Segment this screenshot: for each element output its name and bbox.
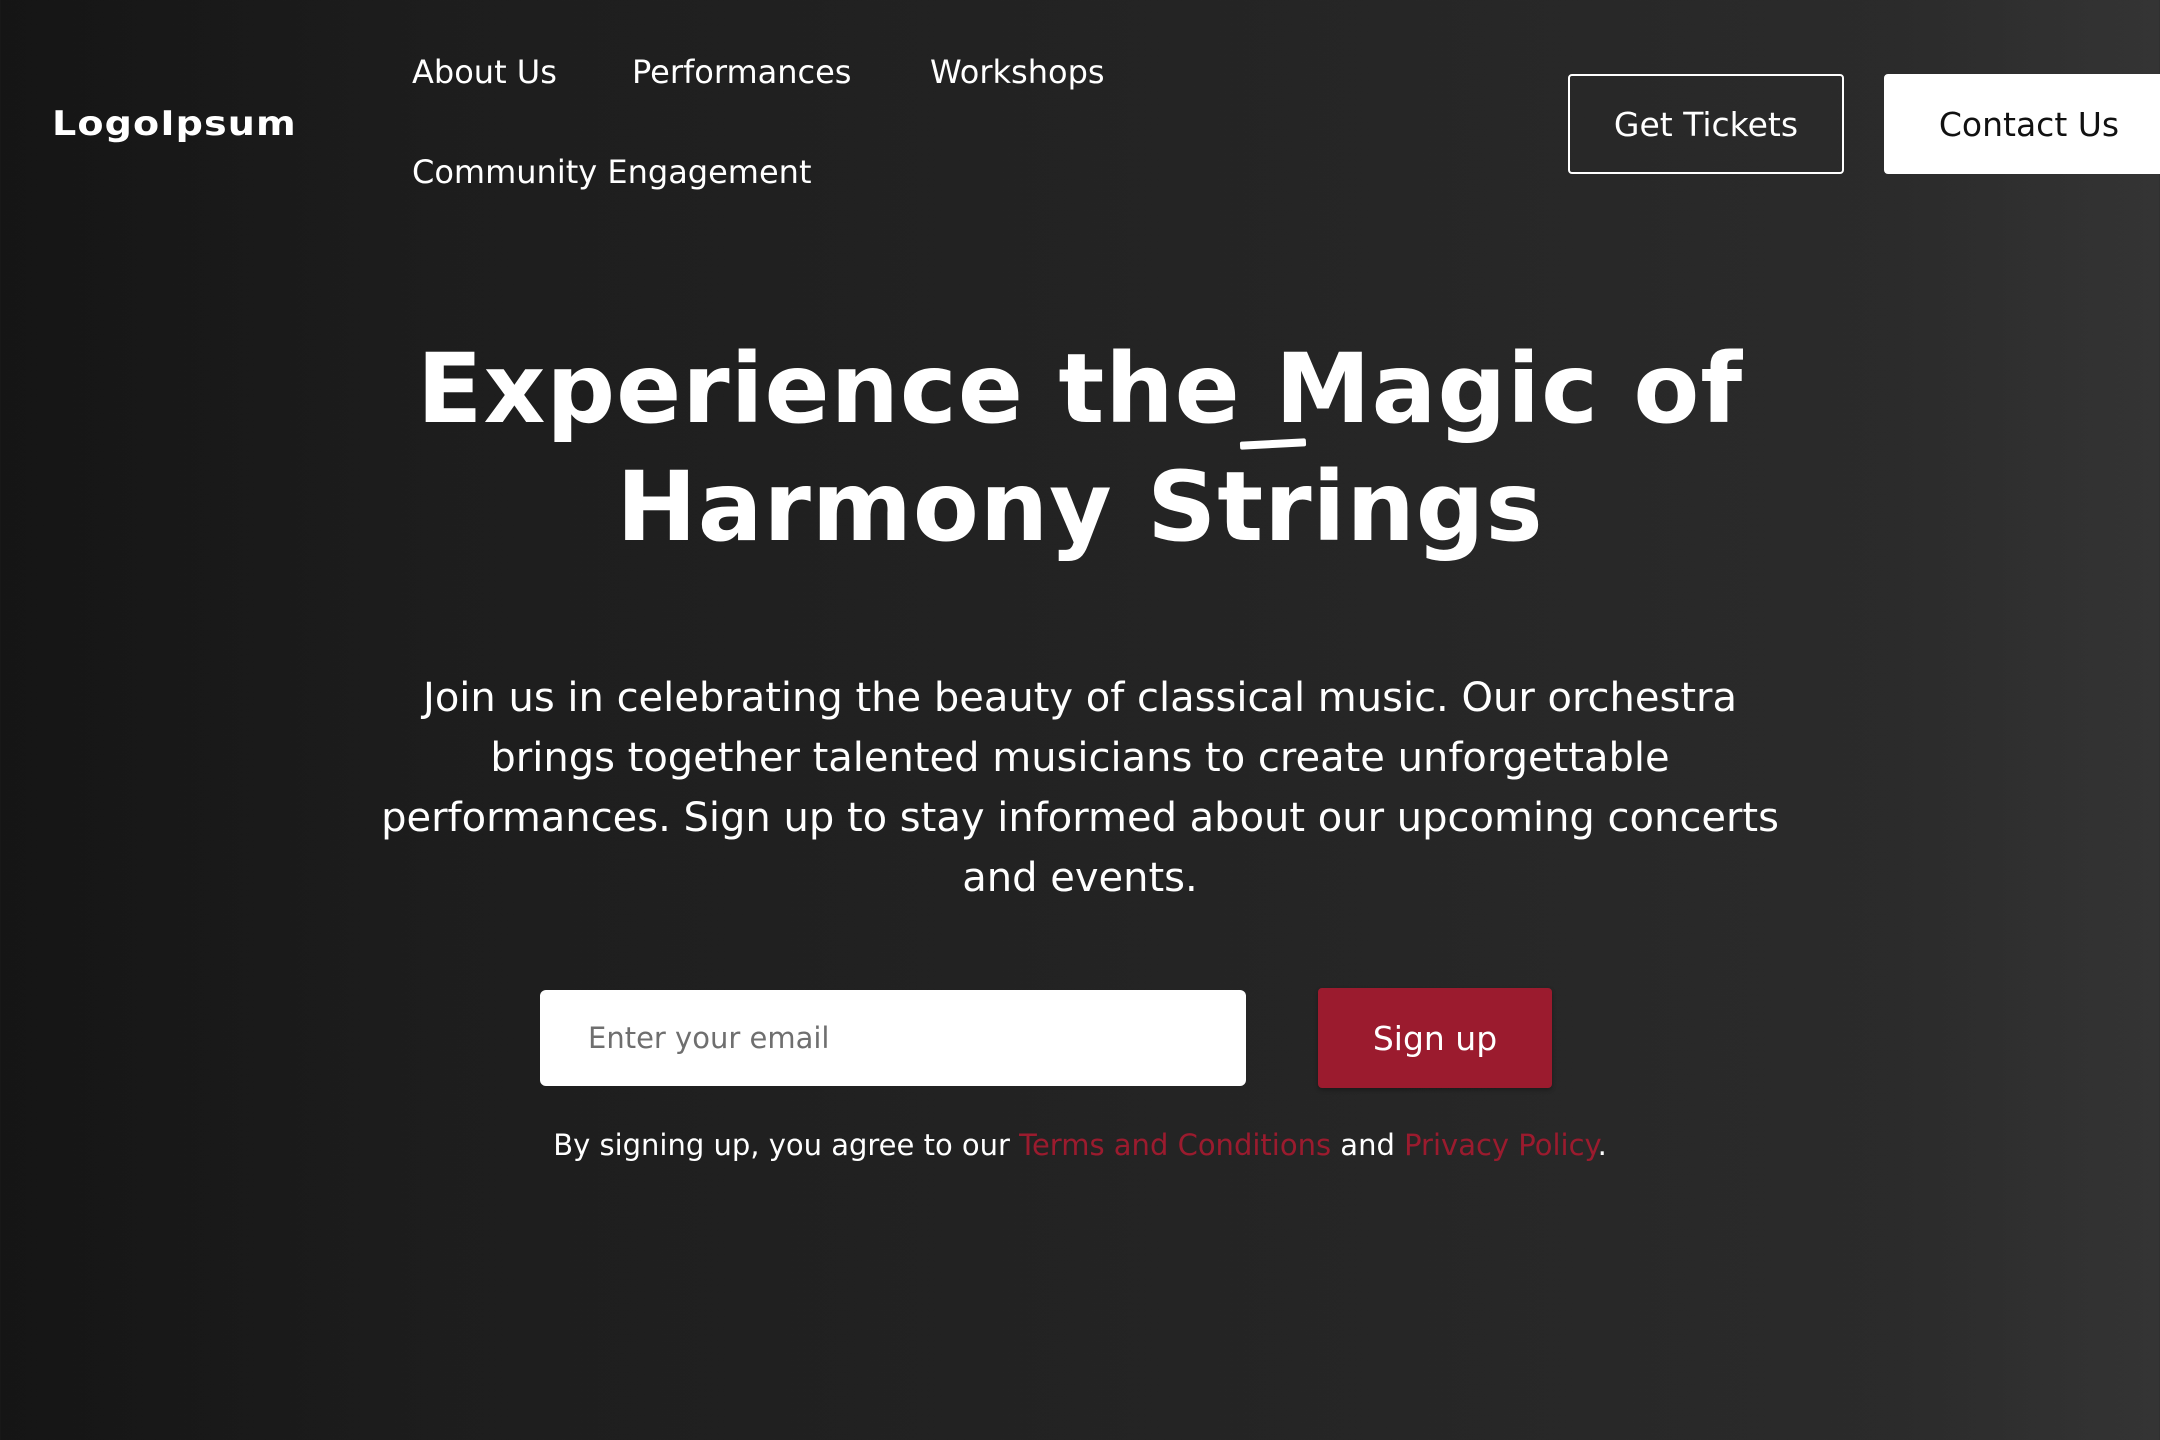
legal-and: and bbox=[1331, 1128, 1405, 1162]
legal-notice: By signing up, you agree to our Terms an… bbox=[360, 1128, 1800, 1162]
hero-title-line-1: Experience the Magic of bbox=[416, 333, 1744, 445]
hero-title-line-2: Harmony Strings bbox=[616, 451, 1544, 563]
email-input[interactable] bbox=[540, 990, 1246, 1086]
hero-description: Join us in celebrating the beauty of cla… bbox=[381, 675, 1779, 901]
terms-link[interactable]: Terms and Conditions bbox=[1019, 1128, 1331, 1162]
privacy-link[interactable]: Privacy Policy bbox=[1404, 1128, 1598, 1162]
sign-up-button[interactable]: Sign up bbox=[1318, 988, 1552, 1088]
nav-community-engagement[interactable]: Community Engagement bbox=[412, 152, 811, 192]
legal-suffix: . bbox=[1597, 1128, 1607, 1162]
contact-us-button[interactable]: Contact Us bbox=[1884, 74, 2160, 174]
hero-title: Experience the Magic of Harmony Strings bbox=[330, 330, 1830, 566]
nav-workshops[interactable]: Workshops bbox=[930, 52, 1105, 92]
logo[interactable]: LogoIpsum bbox=[52, 104, 297, 144]
legal-prefix: By signing up, you agree to our bbox=[553, 1128, 1020, 1162]
nav-about-us[interactable]: About Us bbox=[412, 52, 557, 92]
get-tickets-button[interactable]: Get Tickets bbox=[1568, 74, 1844, 174]
nav-performances[interactable]: Performances bbox=[632, 52, 851, 92]
